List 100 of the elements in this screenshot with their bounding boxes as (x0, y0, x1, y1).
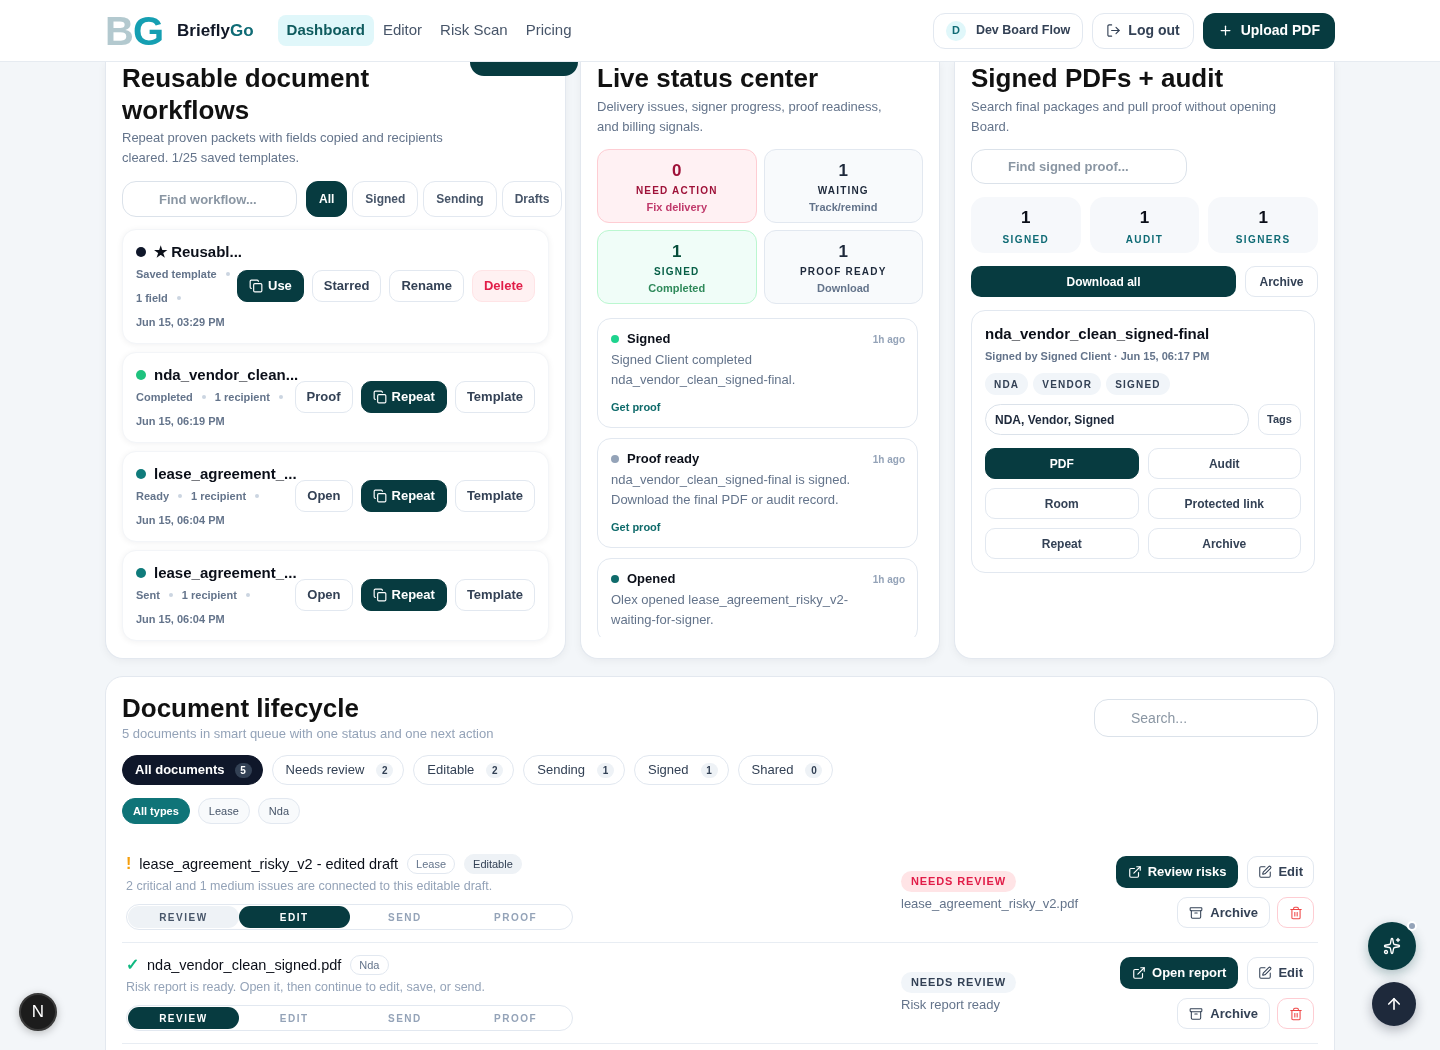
filter-chip[interactable]: Drafts (501, 181, 563, 217)
filter-tab[interactable]: Signed 1 (634, 755, 729, 785)
action-button[interactable]: Repeat (360, 480, 447, 512)
filter-tab[interactable]: All documents 5 (122, 755, 263, 785)
copy-icon (372, 588, 387, 602)
panel-title: Document lifecycle (122, 692, 360, 725)
stat-note: Download (816, 281, 870, 295)
archive-button[interactable]: Archive (1177, 897, 1270, 928)
copy-icon (372, 489, 387, 503)
action-button[interactable]: Open (295, 579, 353, 611)
delete-button[interactable] (1277, 998, 1314, 1029)
stepper-step: REVIEW (128, 906, 239, 928)
stat-value: 1 (672, 241, 682, 263)
action-button[interactable]: Protected link (1147, 488, 1301, 519)
delete-button[interactable] (1277, 897, 1314, 928)
action-button[interactable]: Rename (389, 270, 464, 302)
action-button[interactable]: PDF (985, 448, 1139, 479)
workflow-search-field[interactable]: Find workflow... (122, 181, 297, 217)
action-button[interactable]: Open (295, 480, 353, 512)
action-button[interactable]: Repeat (360, 381, 447, 413)
brand-name[interactable]: BrieflyGo (177, 17, 254, 44)
action-button[interactable]: Audit (1147, 448, 1301, 479)
filter-tab[interactable]: Shared 0 (737, 755, 834, 785)
stat-label: PROOF READY (799, 265, 887, 279)
workflow-meta: 1 field (136, 291, 168, 306)
stat-note: Completed (648, 281, 706, 295)
signed-search-field[interactable]: Find signed proof... (971, 149, 1187, 184)
dev-indicator-button[interactable]: N (19, 993, 57, 1031)
filter-tab[interactable]: Needs review 2 (271, 755, 405, 785)
partial-button[interactable] (470, 62, 578, 76)
panel-title: Reusable document workflows (122, 62, 371, 126)
plus-icon (1217, 23, 1233, 38)
panel-description: Repeat proven packets with fields copied and recipients cleared. 1/25 saved templates. (122, 129, 444, 167)
get-proof-link[interactable]: Get proof (611, 399, 661, 415)
status-badge: NEEDS REVIEW (901, 972, 1016, 993)
action-button[interactable]: Starred (311, 270, 382, 302)
edit-icon (1258, 865, 1273, 879)
lifecycle-search-field[interactable]: Search... (1094, 699, 1318, 737)
get-proof-link[interactable]: Get proof (611, 519, 661, 535)
panel-description: Delivery issues, signer progress, proof readiness, and billing signals. (597, 98, 883, 136)
filter-chip[interactable]: Signed (352, 181, 419, 217)
action-button[interactable]: Proof (294, 381, 353, 413)
stat-label: WAITING (817, 184, 869, 198)
nav-link[interactable]: Risk Scan (431, 15, 517, 46)
action-button[interactable]: Delete (471, 270, 535, 302)
nav-link[interactable]: Dashboard (277, 15, 374, 46)
primary-action-button[interactable]: Open report (1120, 957, 1239, 989)
stat-note: Fix delivery (646, 200, 707, 214)
edit-button[interactable]: Edit (1247, 856, 1314, 888)
filter-chip[interactable]: All (306, 181, 348, 217)
action-button[interactable]: Room (985, 488, 1139, 519)
primary-action-button[interactable]: Review risks (1115, 856, 1239, 888)
filter-tab[interactable]: Editable 2 (413, 755, 515, 785)
edit-button[interactable]: Edit (1247, 957, 1314, 989)
event-text: Olex opened lease_agreement_risky_v2-waiting-for-signer. (611, 591, 850, 629)
panel-description: Search final packages and pull proof without opening Board. (971, 98, 1277, 136)
workflow-meta: Sent (136, 588, 160, 603)
tags-button[interactable]: Tags (1258, 404, 1301, 435)
workflow-meta: Jun 15, 03:29 PM (136, 315, 225, 330)
document-subtitle: Signed by Signed Client · Jun 15, 06:17 PM (985, 349, 1211, 364)
archive-icon (1189, 1006, 1204, 1021)
archive-button[interactable]: Archive (1245, 266, 1318, 297)
action-button[interactable]: Template (454, 381, 535, 413)
type-chip[interactable]: Lease (197, 798, 250, 824)
archive-button[interactable]: Archive (1177, 998, 1270, 1029)
assistant-button[interactable] (1368, 922, 1416, 970)
status-badge: NEEDS REVIEW (901, 871, 1016, 892)
stat-label: AUDIT (1125, 234, 1164, 246)
stat-value: 1 (838, 241, 848, 263)
document-title: nda_vendor_clean_signed-final (985, 324, 1211, 344)
upload-button[interactable]: Upload PDF (1202, 12, 1335, 49)
type-chip[interactable]: Nda (257, 798, 301, 824)
action-button[interactable]: Archive (1147, 528, 1301, 559)
tags-input[interactable]: NDA, Vendor, Signed (985, 404, 1249, 435)
copy-icon (372, 390, 387, 404)
filter-chip[interactable]: Sending (423, 181, 497, 217)
action-button[interactable]: Template (454, 579, 535, 611)
event-title: Signed (627, 330, 671, 349)
document-description: Risk report is ready. Open it, then continue to edit, save, or send. (126, 979, 486, 996)
action-button[interactable]: Use (237, 270, 304, 302)
type-chip[interactable]: All types (122, 798, 190, 824)
nav-link[interactable]: Pricing (516, 15, 581, 46)
nav-link[interactable]: Editor (373, 15, 432, 46)
workflow-meta: Ready (136, 489, 170, 504)
stepper-step: EDIT (238, 906, 350, 928)
copy-icon (249, 279, 263, 293)
action-button[interactable]: Repeat (360, 579, 447, 611)
workspace-button[interactable]: D Dev Board Flow (932, 12, 1084, 49)
stepper-step: REVIEW (128, 1007, 239, 1029)
logout-button[interactable]: Log out (1092, 12, 1194, 49)
action-button[interactable]: Repeat (985, 528, 1139, 559)
event-title: Proof ready (627, 450, 700, 469)
action-button[interactable]: Template (454, 480, 535, 512)
trash-icon (1288, 905, 1303, 920)
panel-title: Signed PDFs + audit (971, 62, 1225, 94)
event-text: Signed Client completed nda_vendor_clean_signed-final. (611, 351, 797, 389)
filter-tab[interactable]: Sending 1 (523, 755, 626, 785)
download-all-button[interactable]: Download all (971, 266, 1236, 297)
scroll-top-button[interactable] (1372, 982, 1416, 1026)
stat-label: SIGNED (653, 265, 700, 279)
